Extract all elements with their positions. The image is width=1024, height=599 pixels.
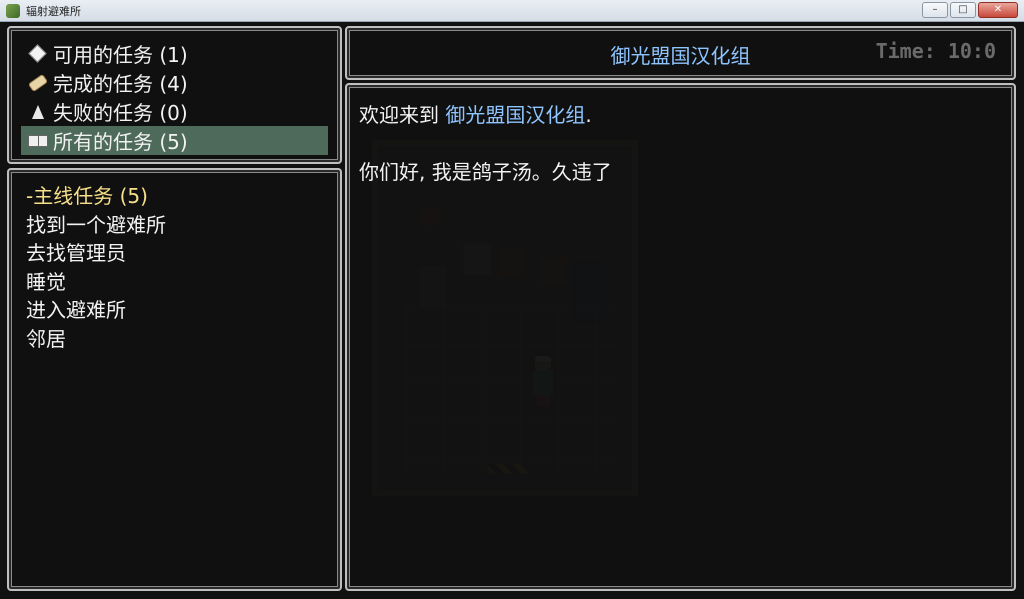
minimize-button[interactable]: – [922, 2, 948, 18]
welcome-suffix: . [585, 103, 592, 127]
quest-item[interactable]: 进入避难所 [26, 296, 330, 325]
category-available[interactable]: 可用的任务 (1) [21, 39, 328, 68]
quest-item[interactable]: 睡觉 [26, 268, 330, 297]
app-icon [6, 4, 20, 18]
scroll-icon [27, 72, 49, 94]
close-button[interactable]: ✕ [978, 2, 1018, 18]
welcome-line: 欢迎来到 御光盟国汉化组. [359, 99, 592, 128]
welcome-prefix: 欢迎来到 [359, 103, 446, 127]
category-all[interactable]: 所有的任务 (5) [21, 126, 328, 155]
greeting-line: 你们好, 我是鸽子汤。久违了 [359, 160, 612, 184]
window-titlebar: 辐射避难所 – □ ✕ [0, 0, 1024, 22]
time-display: Time: 10:0 [875, 39, 996, 63]
category-failed[interactable]: 失败的任务 (0) [21, 97, 328, 126]
category-label: 完成的任务 (4) [53, 72, 188, 96]
category-label: 所有的任务 (5) [53, 130, 188, 154]
quest-title-panel: 御光盟国汉化组 Time: 10:0 [345, 26, 1016, 80]
quest-item[interactable]: 找到一个避难所 [26, 211, 330, 240]
category-label: 可用的任务 (1) [53, 43, 188, 67]
quest-list-panel: -主线任务 (5) 找到一个避难所 去找管理员 睡觉 进入避难所 邻居 [7, 168, 342, 591]
diamond-icon [27, 43, 49, 65]
window-title: 辐射避难所 [26, 5, 81, 18]
quest-group-header[interactable]: -主线任务 (5) [26, 182, 330, 211]
quest-item[interactable]: 去找管理员 [26, 239, 330, 268]
quest-category-panel: 可用的任务 (1) 完成的任务 (4) 失败的任务 (0) 所有的任务 (5) [7, 26, 342, 164]
window-controls: – □ ✕ [922, 2, 1018, 18]
quest-category-list: 可用的任务 (1) 完成的任务 (4) 失败的任务 (0) 所有的任务 (5) [21, 39, 328, 155]
quest-item[interactable]: 邻居 [26, 325, 330, 354]
quest-detail-panel: 欢迎来到 御光盟国汉化组. 你们好, 我是鸽子汤。久违了 [345, 83, 1016, 591]
group-name-highlight: 御光盟国汉化组 [445, 103, 586, 127]
flask-icon [27, 101, 49, 123]
quest-list: -主线任务 (5) 找到一个避难所 去找管理员 睡觉 进入避难所 邻居 [26, 182, 330, 354]
book-icon [27, 130, 49, 152]
maximize-button[interactable]: □ [950, 2, 976, 18]
category-completed[interactable]: 完成的任务 (4) [21, 68, 328, 97]
category-label: 失败的任务 (0) [53, 101, 188, 125]
game-viewport: 可用的任务 (1) 完成的任务 (4) 失败的任务 (0) 所有的任务 (5) … [0, 22, 1024, 599]
